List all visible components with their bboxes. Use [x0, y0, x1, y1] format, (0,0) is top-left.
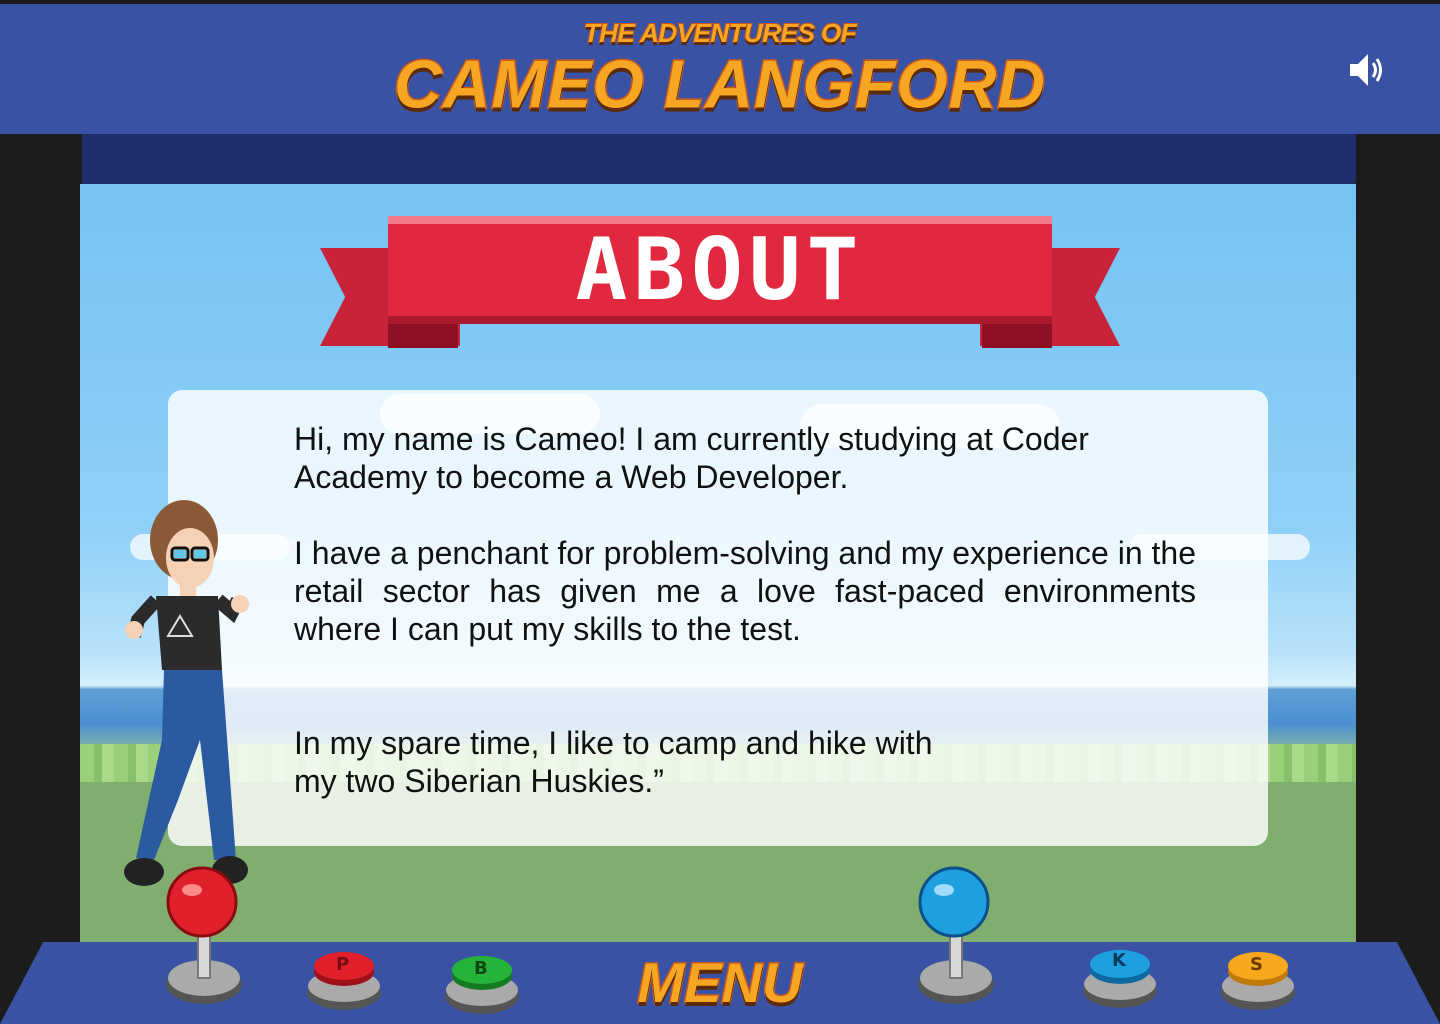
cabinet-left-side [0, 134, 82, 1024]
button-s-label: S [1250, 954, 1263, 975]
section-title: ABOUT [575, 220, 865, 320]
joystick-right[interactable] [916, 866, 996, 1006]
button-b-label: B [474, 958, 488, 979]
about-paragraph-2: I have a penchant for problem-solving an… [294, 535, 1196, 647]
header-bar: THE ADVENTURES OF CAMEO LANGFORD [0, 0, 1440, 134]
speaker-volume-icon[interactable] [1344, 48, 1388, 92]
cabinet-right-side [1356, 134, 1440, 1024]
cabinet-top-bevel [0, 134, 1440, 184]
menu-button[interactable]: MENU [620, 950, 820, 1016]
button-k[interactable]: K [1080, 944, 1160, 1010]
character-avatar [118, 500, 258, 900]
section-banner: ABOUT [388, 216, 1052, 324]
button-p-label: P [336, 954, 350, 975]
about-paragraph-1: Hi, my name is Cameo! I am currently stu… [294, 421, 1089, 495]
button-p[interactable]: P [304, 946, 384, 1012]
joystick-left[interactable] [164, 866, 244, 1006]
about-paragraph-3: In my spare time, I like to camp and hik… [294, 725, 933, 799]
button-s[interactable]: S [1218, 946, 1298, 1012]
button-b[interactable]: B [442, 950, 522, 1016]
button-k-label: K [1112, 950, 1126, 971]
site-title[interactable]: CAMEO LANGFORD [0, 45, 1440, 124]
